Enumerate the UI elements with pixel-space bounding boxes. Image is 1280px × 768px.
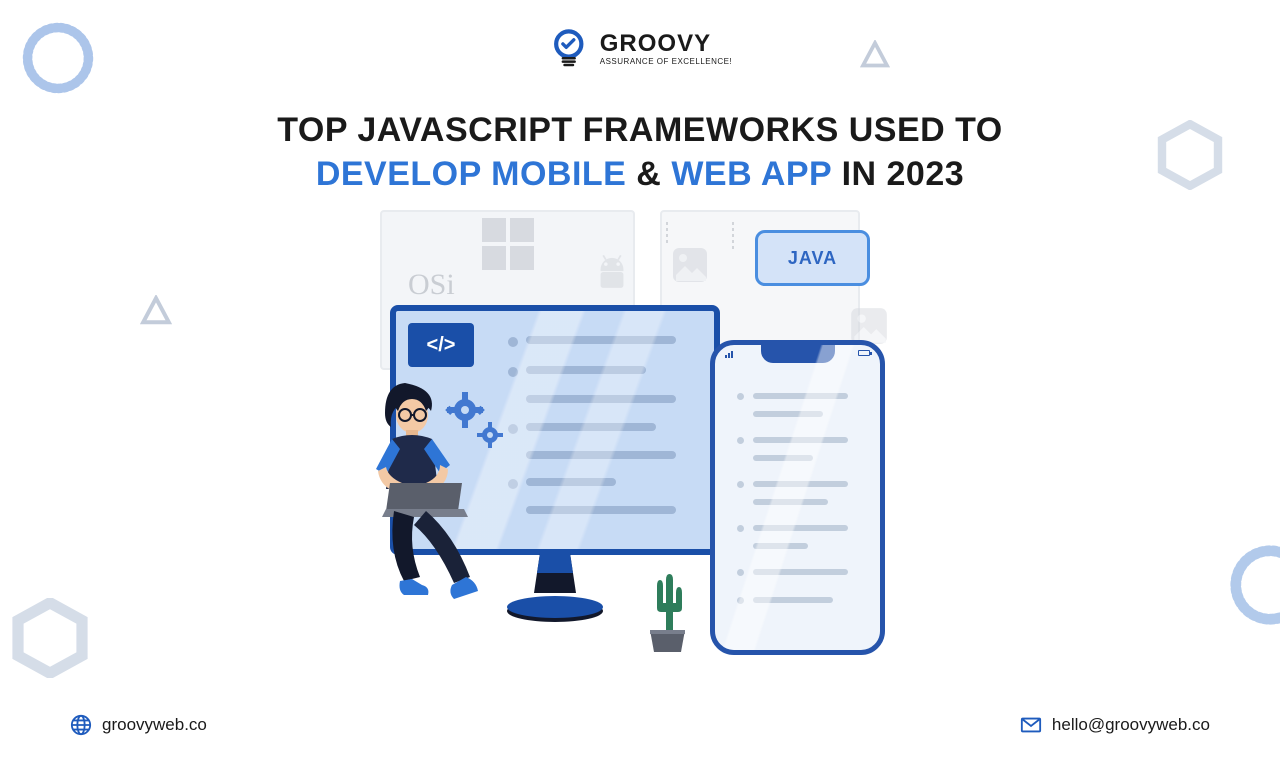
- osi-label: OSi: [408, 268, 455, 302]
- title-amp: &: [626, 155, 671, 193]
- developer-person: [350, 375, 540, 635]
- java-badge-label: JAVA: [788, 248, 837, 269]
- footer-website: groovyweb.co: [70, 714, 207, 736]
- title-line2-end: IN 2023: [832, 155, 965, 193]
- code-badge: </>: [408, 323, 474, 367]
- dotted-connector: [732, 222, 734, 250]
- android-icon: [590, 250, 634, 294]
- java-badge: JAVA: [755, 230, 870, 286]
- phone-illustration: [710, 340, 885, 655]
- hexagon-decoration-top-right: [1155, 120, 1225, 190]
- title-highlight-1: DEVELOP MOBILE: [316, 155, 627, 193]
- title-highlight-2: WEB APP: [671, 155, 831, 193]
- bulb-check-icon: [548, 28, 590, 70]
- hexagon-decoration-bottom-left: [10, 598, 90, 678]
- triangle-decoration-top: [860, 40, 890, 70]
- code-symbol: </>: [427, 334, 456, 357]
- phone-notch: [761, 345, 835, 363]
- dotted-connector: [666, 222, 668, 244]
- brand-tagline: ASSURANCE OF EXCELLENCE!: [600, 58, 732, 66]
- triangle-decoration-left: [140, 295, 172, 327]
- page-title: TOP JAVASCRIPT FRAMEWORKS USED TO DEVELO…: [190, 108, 1090, 196]
- footer-email: hello@groovyweb.co: [1020, 714, 1210, 736]
- ring-decoration-right: [1225, 540, 1280, 630]
- email-text: hello@groovyweb.co: [1052, 715, 1210, 735]
- mail-icon: [1020, 714, 1042, 736]
- brand-logo: GROOVY ASSURANCE OF EXCELLENCE!: [548, 28, 732, 70]
- brand-name: GROOVY: [600, 32, 732, 56]
- title-line1: TOP JAVASCRIPT FRAMEWORKS USED TO: [277, 111, 1003, 149]
- globe-icon: [70, 714, 92, 736]
- hero-illustration: OSi JAVA </>: [360, 210, 920, 670]
- image-icon: [670, 245, 710, 285]
- phone-statusbar: [725, 350, 870, 358]
- website-text: groovyweb.co: [102, 715, 207, 735]
- ring-decoration-top-left: [18, 18, 98, 98]
- cactus-plant: [640, 570, 695, 655]
- windows-icon: [482, 218, 534, 270]
